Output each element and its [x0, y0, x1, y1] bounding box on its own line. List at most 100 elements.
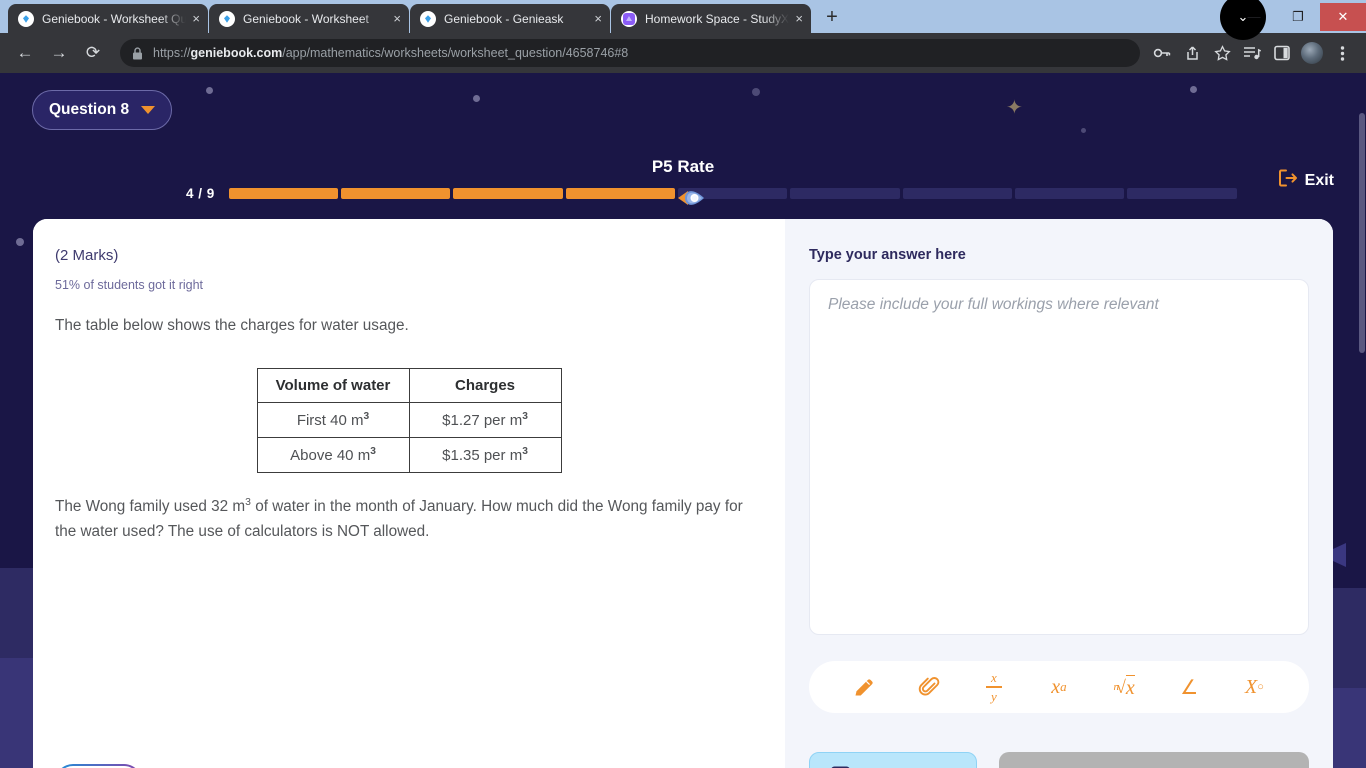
- question-selector-button[interactable]: Question 8: [32, 90, 173, 130]
- scrollbar-thumb[interactable]: [1359, 113, 1365, 353]
- progress-indicator: 4 / 9: [186, 186, 1237, 201]
- paperclip-icon[interactable]: [913, 671, 945, 703]
- page-title: P5 Rate: [651, 157, 715, 176]
- geniebook-icon: [18, 10, 34, 27]
- progress-segment-8[interactable]: [1015, 188, 1125, 199]
- page-scrollbar[interactable]: [1358, 73, 1366, 768]
- progress-segment-7[interactable]: [902, 188, 1013, 199]
- media-list-icon[interactable]: [1238, 39, 1266, 67]
- new-tab-button[interactable]: +: [818, 3, 846, 31]
- progress-segment-3[interactable]: [453, 188, 563, 199]
- browser-tab-3[interactable]: Geniebook - Genieask ×: [410, 4, 610, 33]
- exponent-base: x: [1051, 675, 1061, 698]
- fraction-icon[interactable]: x y: [978, 671, 1010, 703]
- teacher-chat-button[interactable]: Teacher Chat: [809, 752, 977, 768]
- question-card: (2 Marks) 51% of students got it right T…: [33, 219, 1333, 768]
- question-body-part1: The Wong family used 32 m: [55, 498, 246, 516]
- answer-actions: Teacher Chat Submit: [809, 752, 1309, 768]
- table-row: First 40 m3 $1.27 per m3: [256, 402, 562, 439]
- question-intro: The table below shows the charges for wa…: [55, 317, 409, 334]
- answer-label: Type your answer here: [809, 247, 966, 263]
- table-cell-charge-2: $1.35 per m3: [408, 437, 562, 474]
- password-key-icon[interactable]: [1148, 39, 1176, 67]
- share-icon[interactable]: [1178, 39, 1206, 67]
- angle-icon[interactable]: ∠: [1173, 671, 1205, 703]
- address-bar[interactable]: https://geniebook.com/app/mathematics/wo…: [120, 39, 1140, 67]
- url-path: /app/mathematics/worksheets/worksheet_qu…: [282, 46, 629, 60]
- table-header-volume: Volume of water: [256, 368, 410, 404]
- exponent-icon[interactable]: xa: [1043, 671, 1075, 703]
- bookmark-star-icon[interactable]: [1208, 39, 1236, 67]
- progress-segment-6[interactable]: [790, 188, 900, 199]
- tab-close-icon[interactable]: ×: [594, 12, 602, 25]
- chrome-menu-icon[interactable]: [1328, 39, 1356, 67]
- back-icon[interactable]: ←: [10, 38, 40, 68]
- exit-icon: [1278, 169, 1298, 192]
- exit-label: Exit: [1304, 171, 1334, 189]
- url-text: https://geniebook.com/app/mathematics/wo…: [153, 46, 628, 60]
- bg-dot: [16, 238, 24, 246]
- fraction-bar: [985, 686, 1002, 688]
- submit-button: Submit: [999, 752, 1309, 768]
- minimize-button[interactable]: —: [1232, 3, 1276, 31]
- table-header-charges: Charges: [408, 368, 562, 404]
- url-domain: geniebook.com: [190, 46, 283, 60]
- browser-tab-1[interactable]: Geniebook - Worksheet Question ×: [8, 4, 208, 33]
- browser-tab-4[interactable]: Homework Space - StudyX ×: [611, 4, 811, 33]
- charges-table: Volume of water Charges First 40 m3 $1.2…: [256, 368, 562, 474]
- tab-close-icon[interactable]: ×: [393, 12, 401, 25]
- url-scheme: https://: [153, 46, 191, 60]
- degree-icon[interactable]: X ○: [1238, 671, 1270, 703]
- progress-count: 4 / 9: [186, 186, 215, 201]
- cell-text: First 40 m: [296, 412, 364, 430]
- table-cell-volume-1: First 40 m3: [256, 402, 410, 439]
- forward-icon[interactable]: →: [44, 38, 74, 68]
- stats-label: 51% of students got it right: [55, 278, 204, 292]
- question-selector-label: Question 8: [49, 101, 130, 118]
- toolbar-actions: [1148, 39, 1356, 67]
- degree-symbol: ○: [1257, 681, 1264, 693]
- progress-segment-9[interactable]: [1127, 188, 1237, 199]
- hint-button[interactable]: Hint: [55, 764, 142, 768]
- cell-superscript: 3: [522, 411, 528, 423]
- root-radicand: x: [1125, 674, 1135, 699]
- question-body: The Wong family used 32 m3 of water in t…: [55, 495, 763, 544]
- close-window-button[interactable]: ✕: [1320, 2, 1366, 31]
- window-controls: — ❐ ✕: [1232, 0, 1366, 33]
- fraction-denominator: y: [990, 688, 997, 704]
- cell-superscript: 3: [522, 446, 528, 458]
- tab-title: Geniebook - Worksheet Question: [42, 11, 187, 26]
- table-header-row: Volume of water Charges: [256, 368, 562, 404]
- geniebook-icon: [420, 10, 436, 27]
- pencil-icon[interactable]: [848, 671, 880, 703]
- progress-segment-2[interactable]: [341, 188, 451, 199]
- math-toolbar: x y xa n √ x ∠ X ○: [809, 661, 1309, 713]
- reload-icon[interactable]: ⟳: [78, 38, 108, 68]
- tab-close-icon[interactable]: ×: [192, 12, 200, 25]
- tabstrip: Geniebook - Worksheet Question × Geniebo…: [0, 0, 846, 33]
- profile-avatar[interactable]: [1301, 42, 1323, 64]
- cell-text: $1.35 per m: [442, 447, 523, 465]
- rocket-icon: [676, 186, 710, 210]
- exit-button[interactable]: Exit: [1278, 169, 1334, 192]
- tab-title: Geniebook - Genieask: [444, 11, 564, 26]
- lock-icon: [132, 46, 143, 60]
- degree-base: X: [1244, 675, 1258, 698]
- progress-segment-1[interactable]: [228, 188, 339, 199]
- maximize-button[interactable]: ❐: [1276, 3, 1320, 31]
- cell-superscript: 3: [363, 411, 370, 423]
- cell-text: Above 40 m: [290, 447, 371, 465]
- browser-tab-2[interactable]: Geniebook - Worksheet ×: [209, 4, 409, 33]
- progress-segment-4[interactable]: [565, 188, 676, 199]
- nth-root-icon[interactable]: n √ x: [1108, 671, 1140, 703]
- cell-superscript: 3: [370, 446, 376, 458]
- question-pane: (2 Marks) 51% of students got it right T…: [33, 219, 785, 768]
- answer-input[interactable]: Please include your full workings where …: [809, 279, 1309, 635]
- app-header: Question 8 P5 Rate Exit 4 / 9: [0, 73, 1366, 205]
- progress-bar[interactable]: [228, 188, 1237, 199]
- cell-text: $1.27 per m: [442, 412, 523, 430]
- table-cell-charge-1: $1.27 per m3: [408, 402, 562, 439]
- tab-close-icon[interactable]: ×: [795, 12, 803, 25]
- side-panel-icon[interactable]: [1268, 39, 1296, 67]
- studyx-icon: [621, 10, 637, 27]
